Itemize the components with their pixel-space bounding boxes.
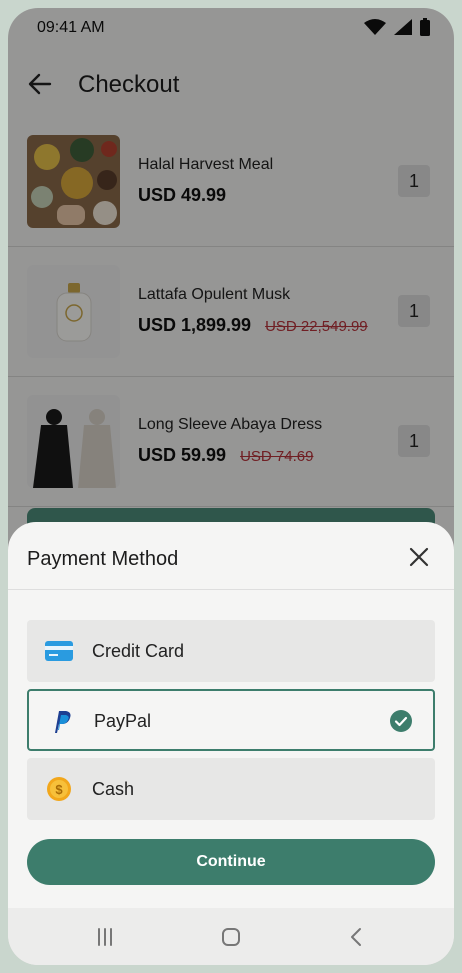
payment-option-cash[interactable]: $ Cash — [27, 758, 435, 820]
check-circle-icon — [390, 710, 412, 732]
paypal-icon — [47, 708, 75, 736]
cash-coin-icon: $ — [45, 775, 73, 803]
payment-option-credit-card[interactable]: Credit Card — [27, 620, 435, 682]
screen: 09:41 AM Checkout Halal Harvest Meal USD… — [8, 8, 454, 965]
option-label: Cash — [92, 779, 135, 799]
payment-method-sheet: Payment Method Credit Card PayPal $ Cash… — [8, 522, 454, 965]
option-label: Credit Card — [92, 641, 185, 661]
sheet-title: Payment Method — [27, 548, 179, 570]
back-nav-icon[interactable] — [343, 923, 371, 951]
system-nav-bar — [8, 908, 454, 965]
recent-apps-icon[interactable] — [91, 923, 119, 951]
option-label: PayPal — [94, 711, 152, 731]
close-icon[interactable] — [406, 544, 432, 570]
phone-frame: 09:41 AM Checkout Halal Harvest Meal USD… — [0, 0, 462, 973]
svg-text:$: $ — [55, 782, 63, 797]
payment-option-paypal[interactable]: PayPal — [27, 689, 435, 751]
continue-button[interactable]: Continue — [27, 839, 435, 885]
divider — [8, 589, 454, 590]
home-icon[interactable] — [217, 923, 245, 951]
credit-card-icon — [45, 637, 73, 665]
